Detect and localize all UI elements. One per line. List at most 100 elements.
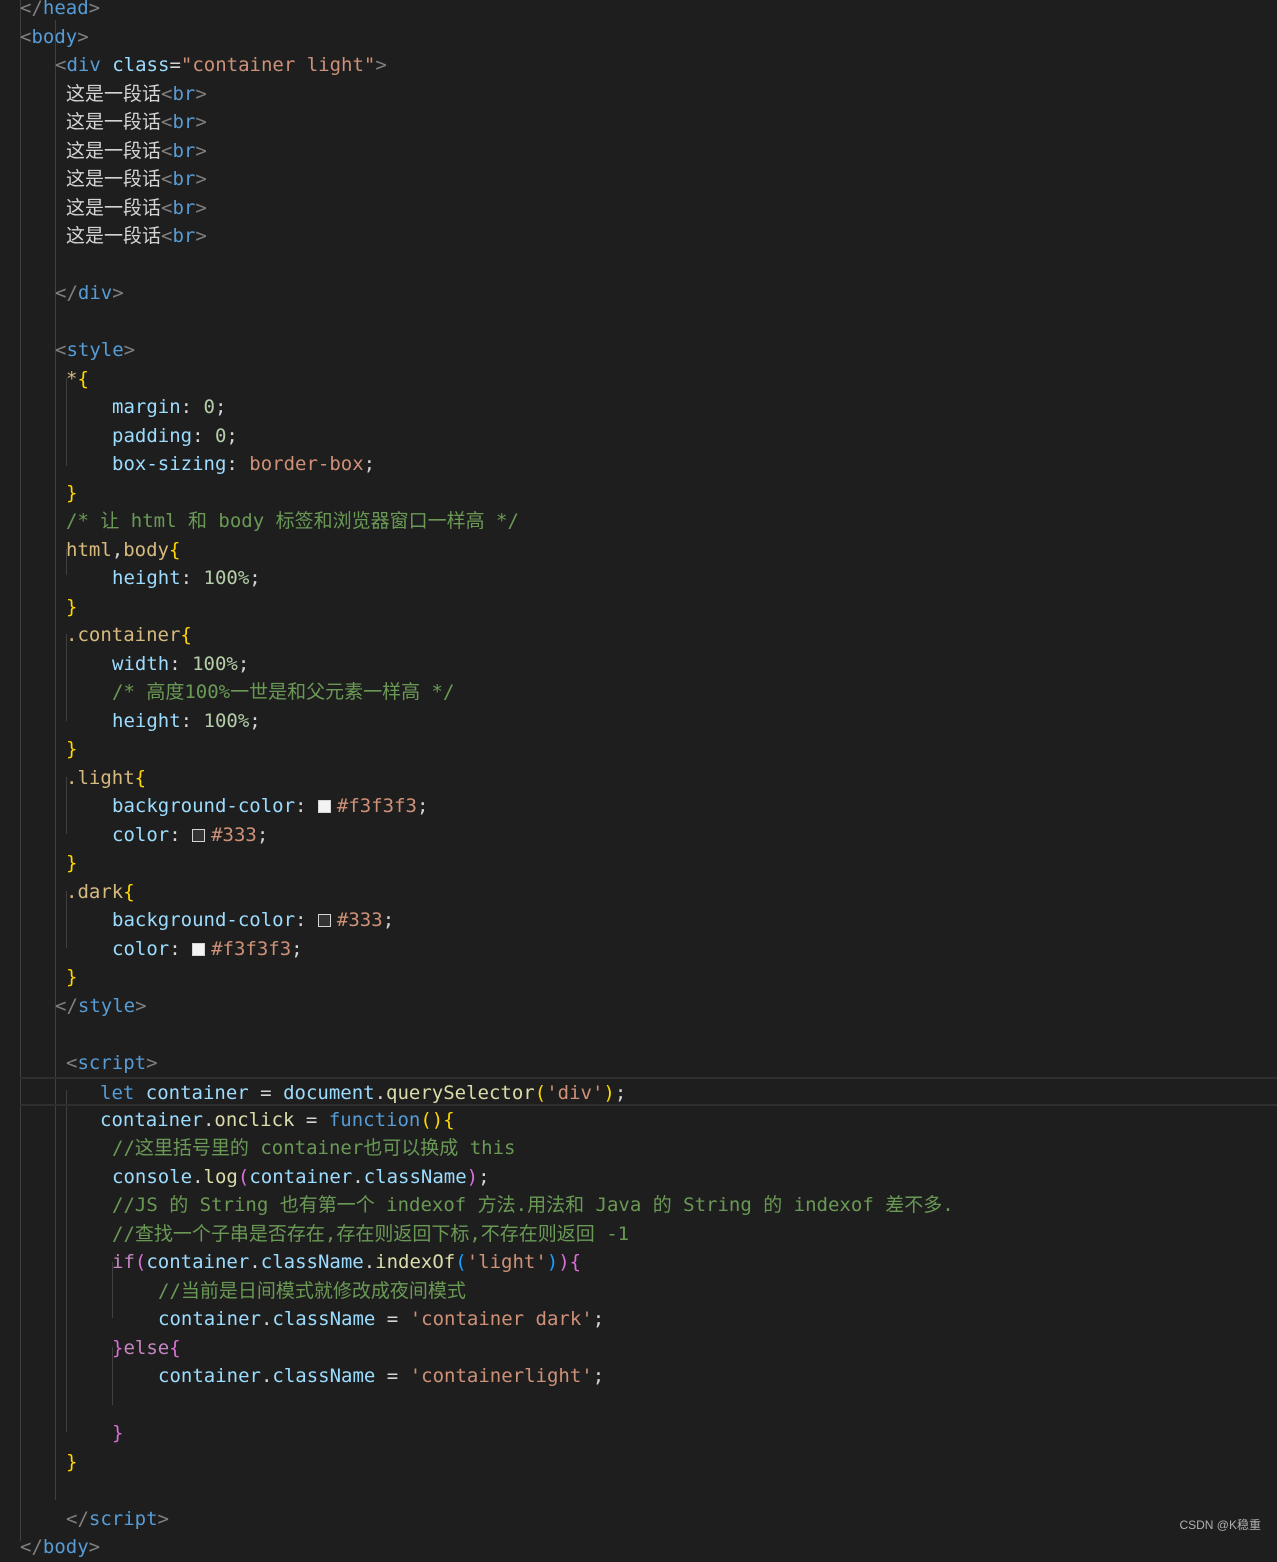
code-token: </ — [66, 1507, 89, 1530]
code-token: = — [375, 1365, 410, 1387]
code-token: script — [77, 1051, 147, 1074]
code-line-text: //JS 的 String 也有第一个 indexof 方法.用法和 Java … — [112, 1191, 954, 1220]
code-token: 'div' — [546, 1082, 604, 1104]
code-line-text: .container{ — [66, 621, 192, 650]
code-token: ; — [592, 1308, 605, 1330]
code-token: style — [66, 339, 124, 361]
code-line[interactable]: html,body{ — [0, 536, 1277, 565]
code-token: .container — [66, 624, 181, 646]
code-line[interactable]: height: 100%; — [0, 564, 1277, 593]
code-token: ; — [214, 396, 227, 418]
code-line[interactable]: } — [0, 849, 1277, 878]
code-line[interactable]: </style> — [0, 992, 1277, 1021]
code-line[interactable]: }else{ — [0, 1334, 1277, 1363]
code-line-text: padding: 0; — [112, 422, 238, 451]
code-line[interactable]: 这是一段话<br> — [0, 194, 1277, 223]
code-line[interactable]: .dark{ — [0, 878, 1277, 907]
code-line[interactable]: </div> — [0, 279, 1277, 308]
code-line[interactable]: <div class="container light"> — [0, 51, 1277, 80]
code-token: } — [66, 1450, 78, 1473]
code-token: ( — [455, 1251, 467, 1273]
color-swatch-icon[interactable] — [317, 800, 331, 813]
code-line[interactable]: if(container.className.indexOf('light'))… — [0, 1248, 1277, 1277]
code-token: ){ — [558, 1251, 582, 1273]
code-line[interactable]: } — [0, 1419, 1277, 1448]
color-swatch-icon[interactable] — [192, 828, 206, 842]
code-line[interactable]: margin: 0; — [0, 393, 1277, 422]
code-line[interactable]: .light{ — [0, 764, 1277, 793]
code-line[interactable]: /* 让 html 和 body 标签和浏览器窗口一样高 */ — [0, 507, 1277, 536]
code-line[interactable]: } — [0, 963, 1277, 992]
code-editor[interactable]: </head> <body> <div class="container light… — [0, 0, 1277, 1558]
code-line[interactable]: 这是一段话<br> — [0, 165, 1277, 194]
code-token: } — [66, 738, 78, 760]
code-token: , — [111, 538, 124, 561]
code-line-text: </style> — [55, 992, 147, 1021]
code-line[interactable]: *{ — [0, 365, 1277, 394]
code-line[interactable]: width: 100%; — [0, 650, 1277, 679]
code-line[interactable] — [0, 1391, 1277, 1420]
code-line[interactable]: } — [0, 479, 1277, 508]
code-line[interactable]: background-color: #333; — [0, 906, 1277, 935]
code-token: br — [172, 168, 196, 190]
code-token: ; — [291, 937, 303, 960]
code-line[interactable]: background-color: #f3f3f3; — [0, 792, 1277, 821]
code-token: > — [195, 139, 207, 162]
code-line[interactable]: 这是一段话<br> — [0, 137, 1277, 166]
code-line[interactable]: color: #333; — [0, 821, 1277, 850]
code-token: > — [195, 111, 207, 133]
code-line[interactable]: <style> — [0, 336, 1277, 365]
code-line[interactable]: } — [0, 1448, 1277, 1477]
code-line-text: } — [66, 593, 77, 622]
code-line[interactable]: </head> — [0, 0, 1277, 23]
code-line[interactable]: //当前是日间模式就修改成夜间模式 — [0, 1277, 1277, 1306]
code-line[interactable]: </body> — [0, 1533, 1277, 1562]
code-line[interactable]: } — [0, 735, 1277, 764]
code-token: margin — [112, 396, 181, 418]
code-line[interactable]: console.log(container.className); — [0, 1163, 1277, 1192]
code-line[interactable]: //这里括号里的 container也可以换成 this — [0, 1134, 1277, 1163]
color-swatch-icon[interactable] — [317, 914, 331, 927]
code-line-text: margin: 0; — [112, 393, 226, 422]
code-line-text: 这是一段话<br> — [66, 137, 207, 166]
code-line[interactable]: container.className = 'containerlight'; — [0, 1362, 1277, 1391]
code-line[interactable] — [0, 1020, 1277, 1049]
code-token: 'light' — [466, 1251, 547, 1273]
code-line[interactable]: box-sizing: border-box; — [0, 450, 1277, 479]
code-line[interactable]: 这是一段话<br> — [0, 80, 1277, 109]
code-line-text: } — [66, 735, 77, 764]
code-line[interactable]: 这是一段话<br> — [0, 108, 1277, 137]
code-line[interactable] — [0, 1476, 1277, 1505]
code-line[interactable]: color: #f3f3f3; — [0, 935, 1277, 964]
code-line[interactable]: height: 100%; — [0, 707, 1277, 736]
code-token: } — [66, 852, 78, 874]
code-line[interactable]: /* 高度100%一世是和父元素一样高 */ — [0, 678, 1277, 707]
code-token: ) — [603, 1082, 615, 1104]
code-token: document — [283, 1082, 375, 1104]
code-line[interactable]: //JS 的 String 也有第一个 indexof 方法.用法和 Java … — [0, 1191, 1277, 1220]
code-line[interactable]: //查找一个子串是否存在,存在则返回下标,不存在则返回 -1 — [0, 1220, 1277, 1249]
code-token: ; — [249, 709, 261, 732]
code-token: 'container dark' — [409, 1308, 593, 1330]
code-token: script — [88, 1507, 158, 1530]
code-token: : — [169, 652, 193, 675]
code-line[interactable] — [0, 308, 1277, 337]
code-line-text: 这是一段话<br> — [66, 194, 207, 223]
code-line[interactable]: container.onclick = function(){ — [0, 1106, 1277, 1135]
code-line[interactable]: <script> — [0, 1049, 1277, 1078]
code-line[interactable]: container.className = 'container dark'; — [0, 1305, 1277, 1334]
code-token: /* 让 html 和 body 标签和浏览器窗口一样高 */ — [66, 510, 519, 532]
color-swatch-icon[interactable] — [192, 942, 206, 956]
code-line[interactable]: .container{ — [0, 621, 1277, 650]
code-token: </ — [55, 994, 78, 1017]
code-line[interactable]: </script> — [0, 1505, 1277, 1534]
code-token: body — [123, 538, 169, 561]
code-line[interactable]: <body> — [0, 23, 1277, 52]
code-line[interactable] — [0, 251, 1277, 280]
code-line[interactable]: 这是一段话<br> — [0, 222, 1277, 251]
code-line[interactable]: } — [0, 593, 1277, 622]
code-line[interactable]: let container = document.querySelector('… — [20, 1077, 1277, 1106]
code-line[interactable]: padding: 0; — [0, 422, 1277, 451]
code-token: } — [66, 966, 78, 988]
code-token: </ — [20, 0, 43, 19]
